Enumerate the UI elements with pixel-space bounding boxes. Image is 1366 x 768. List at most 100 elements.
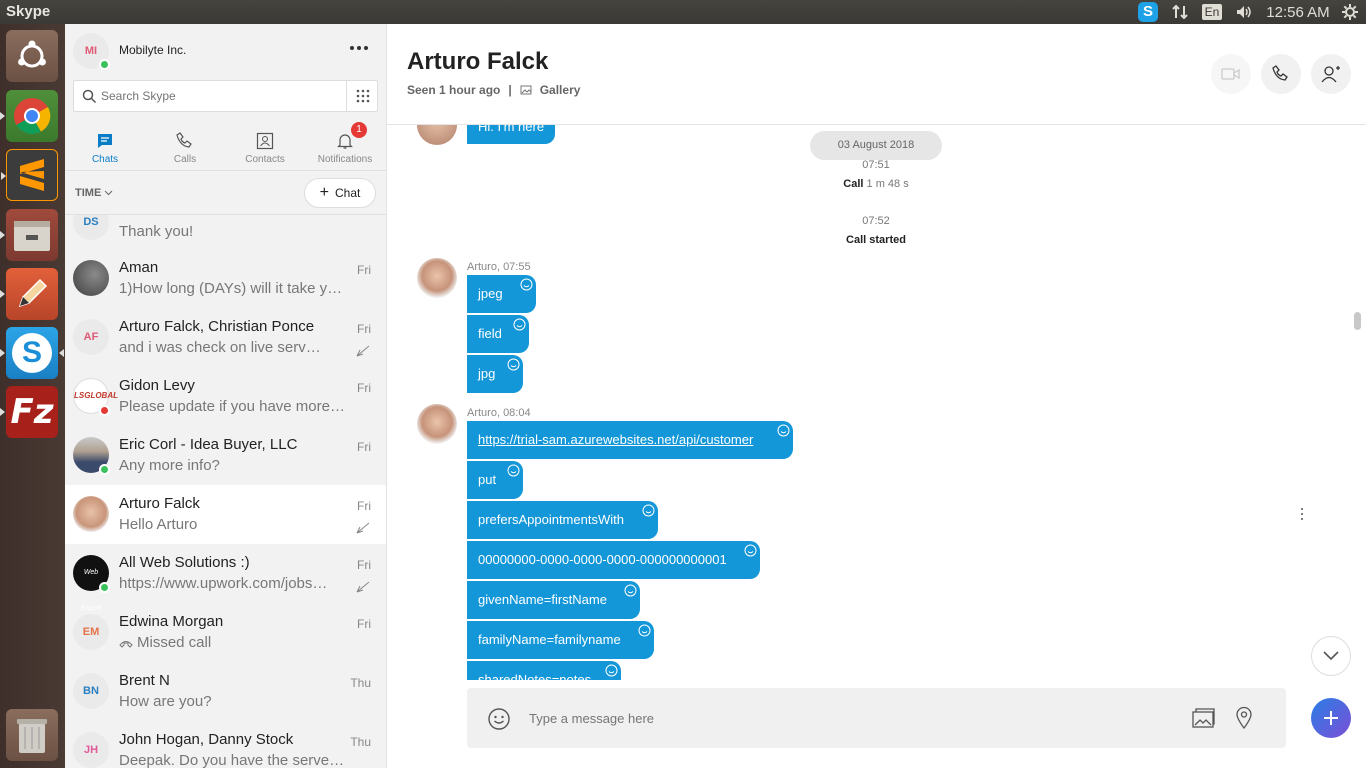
file-manager-icon[interactable] <box>0 209 58 261</box>
message-options-icon[interactable] <box>1299 508 1305 520</box>
send-image-icon[interactable] <box>1191 707 1217 729</box>
add-content-button[interactable] <box>1311 698 1351 738</box>
emoji-reaction-icon[interactable] <box>605 664 618 677</box>
new-chat-button[interactable]: + Chat <box>304 178 376 208</box>
chat-name: Arturo Falck, Christian Ponce <box>119 318 315 335</box>
message-input[interactable] <box>529 708 1149 728</box>
settings-gear-icon[interactable] <box>1339 0 1361 24</box>
sender-avatar <box>417 125 457 145</box>
call-event: Call 1 m 48 s <box>776 178 976 190</box>
message-bubble[interactable]: prefersAppointmentsWith <box>467 501 658 539</box>
sublime-text-icon[interactable] <box>1 149 58 201</box>
message-text: givenName=firstName <box>478 592 607 607</box>
tab-notifications[interactable]: 1 Notifications <box>305 122 385 165</box>
emoji-reaction-icon[interactable] <box>520 278 533 291</box>
keyboard-layout-indicator[interactable]: En <box>1201 0 1223 24</box>
skype-tray-icon[interactable]: S <box>1137 0 1159 24</box>
scroll-to-bottom-button[interactable] <box>1311 636 1351 676</box>
gallery-link[interactable]: Gallery <box>540 83 581 97</box>
trash-icon[interactable] <box>6 709 58 761</box>
chat-row-brent-n[interactable]: BN Brent N How are you? Thu <box>65 662 386 721</box>
sent-icon <box>356 522 370 534</box>
ubuntu-dash-icon[interactable] <box>6 30 58 82</box>
emoji-reaction-icon[interactable] <box>507 464 520 477</box>
chat-row-aman[interactable]: Aman 1)How long (DAYs) will it take you … <box>65 249 386 308</box>
chat-name: Aman <box>119 259 159 276</box>
emoji-reaction-icon[interactable] <box>638 624 651 637</box>
location-icon[interactable] <box>1235 706 1253 730</box>
chat-row-eric-corl[interactable]: Eric Corl - Idea Buyer, LLC Any more inf… <box>65 426 386 485</box>
online-status-dot <box>99 59 110 70</box>
new-chat-label: Chat <box>334 186 361 200</box>
search-input[interactable] <box>101 87 341 105</box>
chat-date: Fri <box>357 440 371 454</box>
message-composer <box>467 688 1286 748</box>
video-call-button[interactable] <box>1211 54 1251 94</box>
conversation-title[interactable]: Arturo Falck <box>407 48 548 76</box>
chat-row-arturo-christian[interactable]: AF Arturo Falck, Christian Ponce and i w… <box>65 308 386 367</box>
chat-sidebar: MI Mobilyte Inc. Chats Calls Contacts 1 … <box>65 24 387 768</box>
chat-name: Brent N <box>119 672 170 689</box>
tab-chats[interactable]: Chats <box>65 124 145 165</box>
message-text: 00000000-0000-0000-0000-000000000001 <box>478 552 727 567</box>
clock[interactable]: 12:56 AM <box>1262 0 1334 24</box>
chat-name: Edwina Morgan <box>119 613 224 630</box>
search-box[interactable] <box>73 80 378 112</box>
search-icon <box>82 89 97 104</box>
emoji-reaction-icon[interactable] <box>624 584 637 597</box>
chat-row-john-hogan[interactable]: JH John Hogan, Danny Stock Deepak. Do yo… <box>65 721 386 768</box>
tab-calls[interactable]: Calls <box>145 124 225 165</box>
dialpad-icon[interactable] <box>355 88 371 104</box>
sender-avatar <box>417 404 457 444</box>
message-link[interactable]: https://trial-sam.azurewebsites.net/api/… <box>478 432 753 447</box>
message-bubble[interactable]: givenName=firstName <box>467 581 640 619</box>
pencil-tool-icon[interactable] <box>0 268 58 320</box>
emoji-reaction-icon[interactable] <box>744 544 757 557</box>
chat-name: Gidon Levy <box>119 377 195 394</box>
emoji-icon[interactable] <box>487 707 511 731</box>
chevron-down-icon <box>1323 651 1339 661</box>
emoji-reaction-icon[interactable] <box>777 424 790 437</box>
skype-icon[interactable]: S <box>0 327 64 379</box>
message-bubble[interactable]: 00000000-0000-0000-0000-000000000001 <box>467 541 760 579</box>
message-bubble[interactable]: jpeg <box>467 275 536 313</box>
filezilla-icon[interactable]: Fz <box>0 386 58 438</box>
scrollbar-thumb[interactable] <box>1354 312 1361 330</box>
chat-date: Fri <box>357 499 371 513</box>
add-people-button[interactable] <box>1311 54 1351 94</box>
sender-timestamp: Arturo, 08:04 <box>467 407 531 419</box>
chat-row-edwina-morgan[interactable]: EM Edwina Morgan Missed call Fri <box>65 603 386 662</box>
message-bubble[interactable]: field <box>467 315 529 353</box>
chrome-icon[interactable] <box>0 90 58 142</box>
message-bubble[interactable]: sharedNotes=notes <box>467 661 621 680</box>
plus-icon: + <box>319 184 329 201</box>
avatar: DS <box>73 215 109 240</box>
message-bubble[interactable]: https://trial-sam.azurewebsites.net/api/… <box>467 421 793 459</box>
message-text: Hi. I'm here <box>478 125 545 134</box>
message-bubble[interactable]: jpg <box>467 355 523 393</box>
emoji-reaction-icon[interactable] <box>642 504 655 517</box>
chat-row-gidon-levy[interactable]: LSGLOBAL Gidon Levy Please update if you… <box>65 367 386 426</box>
separator: | <box>508 83 512 97</box>
chat-row-all-web-solutions[interactable]: Web Expert All Web Solutions :) https://… <box>65 544 386 612</box>
profile-avatar[interactable]: MI <box>73 33 110 70</box>
chat-row-arturo-falck-selected[interactable]: Arturo Falck Hello Arturo Fri <box>65 485 386 544</box>
message-bubble[interactable]: familyName=familyname <box>467 621 654 659</box>
emoji-reaction-icon[interactable] <box>507 358 520 371</box>
chat-preview: Missed call <box>137 634 212 651</box>
message-bubble[interactable]: Hi. I'm here <box>467 125 556 144</box>
chat-preview: https://www.upwork.com/jobs/_~... <box>119 575 329 592</box>
audio-call-button[interactable] <box>1261 54 1301 94</box>
phone-icon <box>176 132 192 148</box>
profile-name[interactable]: Mobilyte Inc. <box>119 43 186 57</box>
chat-row-partial[interactable]: DS Thank you! <box>65 215 386 249</box>
tab-contacts[interactable]: Contacts <box>225 124 305 165</box>
more-options-icon[interactable] <box>350 42 370 54</box>
volume-icon[interactable] <box>1233 0 1255 24</box>
phone-icon <box>1272 65 1288 81</box>
chat-name: Eric Corl - Idea Buyer, LLC <box>119 436 298 453</box>
message-bubble[interactable]: put <box>467 461 523 499</box>
network-icon[interactable] <box>1170 0 1190 24</box>
emoji-reaction-icon[interactable] <box>513 318 526 331</box>
sort-by-dropdown[interactable]: TIME <box>75 187 113 199</box>
